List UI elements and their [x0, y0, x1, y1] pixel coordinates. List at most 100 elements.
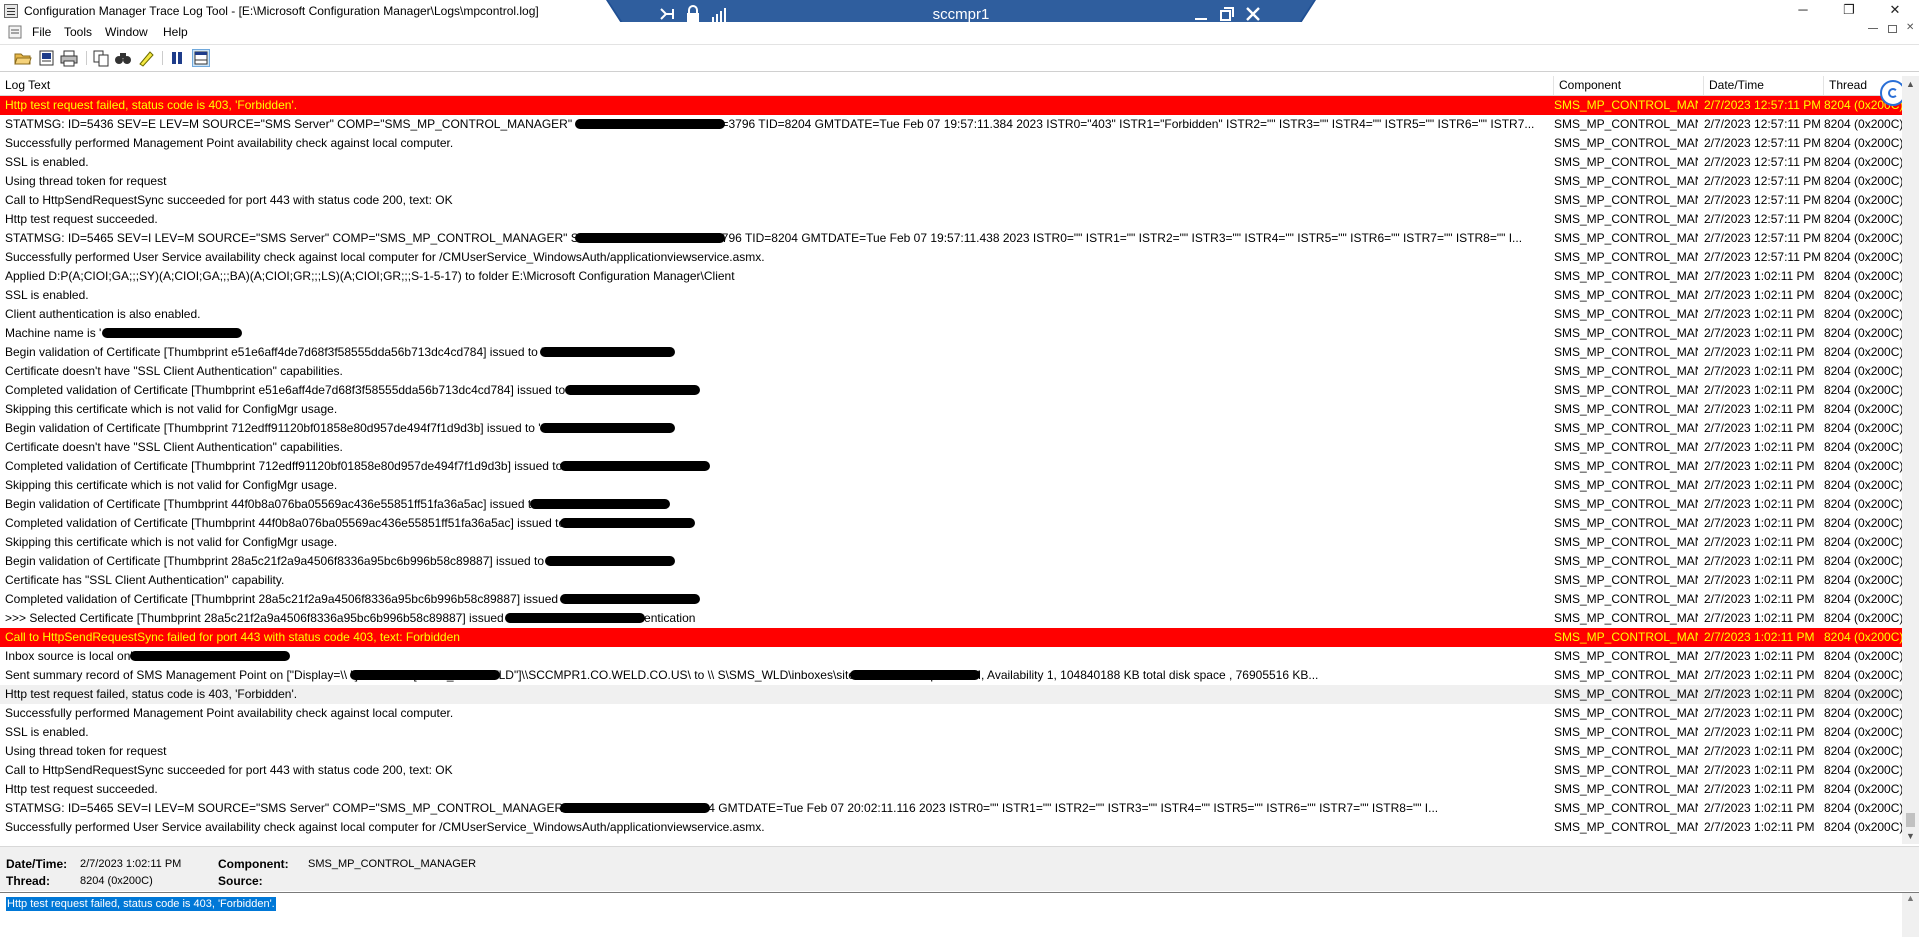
log-row[interactable]: Http test request failed, status code is…	[0, 685, 1902, 704]
scroll-up-icon[interactable]: ▲	[1902, 76, 1919, 92]
log-row[interactable]: Successfully performed Management Point …	[0, 704, 1902, 723]
datetime-cell: 2/7/2023 1:02:11 PM	[1704, 763, 1815, 777]
component-cell: SMS_MP_CONTROL_MANAGER	[1554, 516, 1698, 530]
open-icon[interactable]	[14, 49, 32, 67]
log-row[interactable]: Call to HttpSendRequestSync succeeded fo…	[0, 191, 1902, 210]
log-row[interactable]: Completed validation of Certificate [Thu…	[0, 514, 1902, 533]
log-row[interactable]: STATMSG: ID=5465 SEV=I LEV=M SOURCE="SMS…	[0, 799, 1902, 818]
log-row[interactable]: Certificate doesn't have "SSL Client Aut…	[0, 362, 1902, 381]
thread-cell: 8204 (0x200C)	[1824, 744, 1902, 758]
message-textbox[interactable]: Http test request failed, status code is…	[0, 892, 1919, 937]
datetime-cell: 2/7/2023 1:02:11 PM	[1704, 383, 1815, 397]
log-text-cell: Begin validation of Certificate [Thumbpr…	[5, 421, 541, 435]
component-value: SMS_MP_CONTROL_MANAGER	[308, 858, 477, 870]
log-row[interactable]: STATMSG: ID=5465 SEV=I LEV=M SOURCE="SMS…	[0, 229, 1902, 248]
log-row[interactable]: Http test request succeeded. SMS_MP_CONTR…	[0, 780, 1902, 799]
thread-cell: 8204 (0x200C)	[1824, 326, 1902, 340]
column-header-log-text[interactable]: Log Text	[0, 76, 1553, 95]
details-pane-icon[interactable]	[192, 49, 210, 67]
copy-icon[interactable]	[92, 49, 110, 67]
log-row[interactable]: Call to HttpSendRequestSync failed for p…	[0, 628, 1902, 647]
component-cell: SMS_MP_CONTROL_MANAGER	[1554, 535, 1698, 549]
log-row[interactable]: Http test request failed, status code is…	[0, 96, 1902, 115]
redaction-mark	[560, 461, 710, 471]
thread-cell: 8204 (0x200C)	[1824, 649, 1902, 663]
log-row[interactable]: Skipping this certificate which is not v…	[0, 533, 1902, 552]
message-scrollbar[interactable]: ▲	[1902, 893, 1919, 937]
scroll-down-icon[interactable]: ▼	[1902, 828, 1919, 844]
menu-file[interactable]: File	[32, 25, 51, 39]
component-cell: SMS_MP_CONTROL_MANAGER	[1554, 801, 1698, 815]
component-cell: SMS_MP_CONTROL_MANAGER	[1554, 554, 1698, 568]
log-row[interactable]: Successfully performed User Service avai…	[0, 818, 1902, 837]
component-cell: SMS_MP_CONTROL_MANAGER	[1554, 744, 1698, 758]
menu-help[interactable]: Help	[163, 25, 188, 39]
log-row[interactable]: Begin validation of Certificate [Thumbpr…	[0, 419, 1902, 438]
redaction-mark	[575, 233, 725, 243]
selected-message-text[interactable]: Http test request failed, status code is…	[6, 897, 276, 911]
log-row[interactable]: Machine name is ' '.SMS_MP_CONTROL_MANAG…	[0, 324, 1902, 343]
menu-window[interactable]: Window	[105, 25, 148, 39]
log-row[interactable]: SSL is enabled. SMS_MP_CONTROL_MANAGER 2/7…	[0, 723, 1902, 742]
print-icon[interactable]	[60, 49, 78, 67]
datetime-cell: 2/7/2023 12:57:11 PM	[1704, 212, 1820, 226]
log-row[interactable]: Certificate has "SSL Client Authenticati…	[0, 571, 1902, 590]
thread-cell: 8204 (0x200C)	[1824, 212, 1902, 226]
minimize-button[interactable]: ─	[1780, 0, 1826, 22]
mdi-child-icon[interactable]	[8, 25, 22, 42]
print-preview-icon[interactable]	[38, 49, 56, 67]
redaction-mark	[530, 499, 670, 509]
log-row[interactable]: STATMSG: ID=5436 SEV=E LEV=M SOURCE="SMS…	[0, 115, 1902, 134]
log-text-cell: Begin validation of Certificate [Thumbpr…	[5, 345, 544, 359]
log-row[interactable]: Using thread token for request SMS_MP_CON…	[0, 172, 1902, 191]
column-header-component[interactable]: Component	[1553, 76, 1703, 95]
log-row[interactable]: Client authentication is also enabled. SM…	[0, 305, 1902, 324]
log-text-cell: Call to HttpSendRequestSync succeeded fo…	[5, 193, 453, 207]
log-grid[interactable]: Log Text Component Date/Time Thread Http…	[0, 76, 1919, 844]
log-row[interactable]: Applied D:P(A;CIOI;GA;;;SY)(A;CIOI;GA;;;…	[0, 267, 1902, 286]
log-row[interactable]: Completed validation of Certificate [Thu…	[0, 457, 1902, 476]
datetime-cell: 2/7/2023 1:02:11 PM	[1704, 497, 1815, 511]
log-row[interactable]: Completed validation of Certificate [Thu…	[0, 590, 1902, 609]
log-text-cell: Skipping this certificate which is not v…	[5, 402, 338, 416]
log-row[interactable]: Http test request succeeded. SMS_MP_CONTR…	[0, 210, 1902, 229]
scroll-thumb[interactable]	[1906, 813, 1915, 827]
log-row[interactable]: Call to HttpSendRequestSync succeeded fo…	[0, 761, 1902, 780]
log-row[interactable]: Begin validation of Certificate [Thumbpr…	[0, 343, 1902, 362]
thread-cell: 8204 (0x200C)	[1824, 440, 1902, 454]
log-row[interactable]: SSL is enabled. SMS_MP_CONTROL_MANAGER 2/7…	[0, 286, 1902, 305]
toolbar-separator	[86, 51, 87, 65]
log-row[interactable]: Certificate doesn't have "SSL Client Aut…	[0, 438, 1902, 457]
mdi-restore-icon[interactable]	[1888, 25, 1897, 33]
log-text-cell: Certificate has "SSL Client Authenticati…	[5, 573, 285, 587]
log-row[interactable]: Skipping this certificate which is not v…	[0, 476, 1902, 495]
highlight-icon[interactable]	[137, 49, 155, 67]
find-icon[interactable]	[114, 49, 132, 67]
log-row[interactable]: Successfully performed Management Point …	[0, 134, 1902, 153]
component-cell: SMS_MP_CONTROL_MANAGER	[1554, 782, 1698, 796]
redaction-mark	[540, 347, 675, 357]
thread-cell: 8204 (0x200C)	[1824, 630, 1902, 644]
log-text-cell: Sent summary record of SMS Management Po…	[5, 668, 1319, 682]
mdi-minimize-icon[interactable]	[1868, 28, 1878, 29]
thread-cell: 8204 (0x200C)	[1824, 155, 1902, 169]
component-cell: SMS_MP_CONTROL_MANAGER	[1554, 364, 1698, 378]
vertical-scrollbar[interactable]: ▲ ▼	[1902, 76, 1919, 844]
log-row[interactable]: >>> Selected Certificate [Thumbprint 28a…	[0, 609, 1902, 628]
menu-tools[interactable]: Tools	[64, 25, 92, 39]
log-row[interactable]: Completed validation of Certificate [Thu…	[0, 381, 1902, 400]
log-row[interactable]: Begin validation of Certificate [Thumbpr…	[0, 495, 1902, 514]
log-row[interactable]: Successfully performed User Service avai…	[0, 248, 1902, 267]
pause-icon[interactable]	[168, 49, 186, 67]
log-row[interactable]: SSL is enabled. SMS_MP_CONTROL_MANAGER 2/7…	[0, 153, 1902, 172]
log-row[interactable]: Using thread token for request SMS_MP_CON…	[0, 742, 1902, 761]
log-row[interactable]: Begin validation of Certificate [Thumbpr…	[0, 552, 1902, 571]
component-cell: SMS_MP_CONTROL_MANAGER	[1554, 212, 1698, 226]
column-header-datetime[interactable]: Date/Time	[1703, 76, 1823, 95]
datetime-label: Date/Time:	[6, 857, 68, 871]
log-row[interactable]: Skipping this certificate which is not v…	[0, 400, 1902, 419]
redaction-mark	[102, 328, 242, 338]
maximize-button[interactable]: ❐	[1826, 0, 1872, 22]
mdi-close-icon[interactable]: ✕	[1906, 22, 1914, 33]
close-button[interactable]: ✕	[1872, 0, 1918, 22]
